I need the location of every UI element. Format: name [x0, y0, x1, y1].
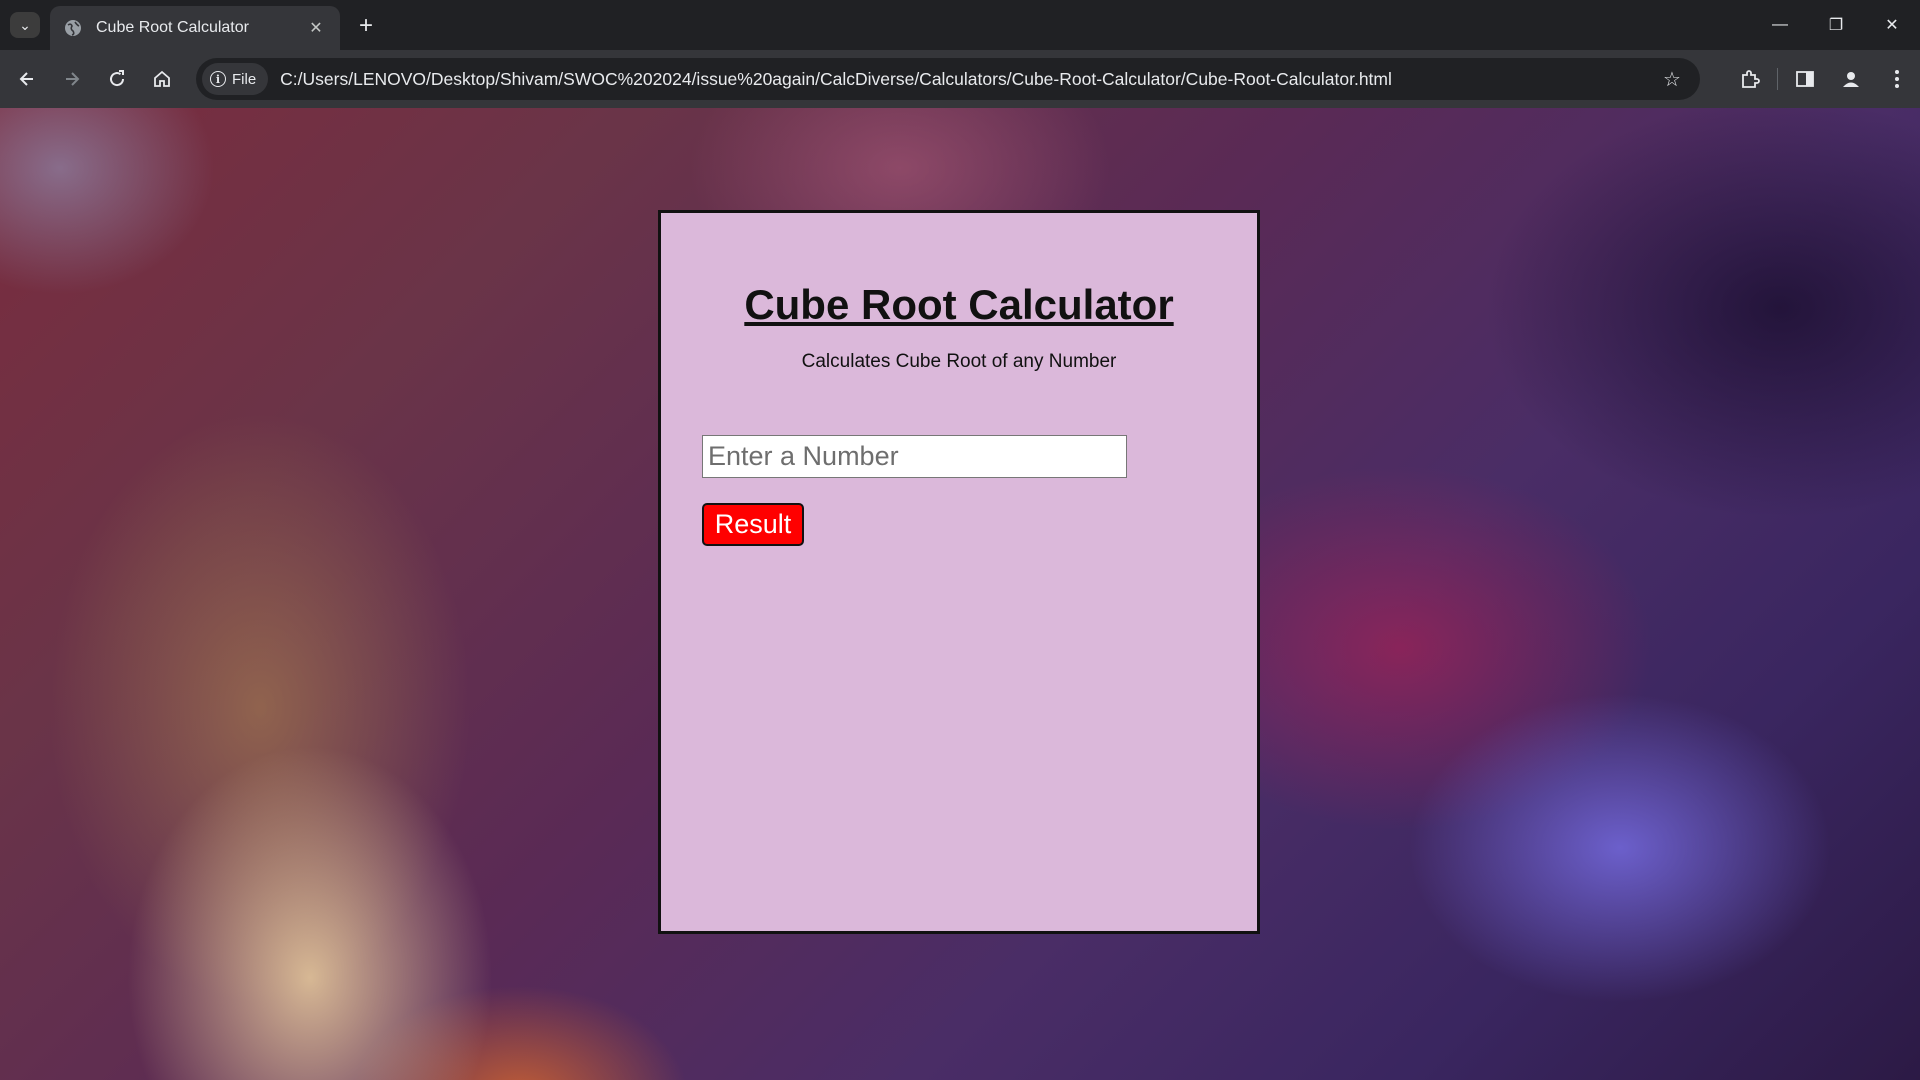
browser-tab[interactable]: Cube Root Calculator ✕: [50, 6, 340, 50]
result-button[interactable]: Result: [702, 503, 804, 546]
address-bar[interactable]: i File C:/Users/LENOVO/Desktop/Shivam/SW…: [196, 58, 1700, 100]
restore-icon[interactable]: ❐: [1808, 0, 1864, 50]
globe-icon: [65, 20, 81, 36]
menu-icon[interactable]: [1874, 58, 1920, 100]
extensions-icon[interactable]: [1727, 58, 1773, 100]
forward-arrow-icon[interactable]: [55, 62, 89, 96]
plus-icon[interactable]: +: [352, 12, 380, 40]
page-background: Cube Root Calculator Calculates Cube Roo…: [0, 108, 1920, 1080]
site-info-chip[interactable]: i File: [202, 63, 269, 95]
close-icon[interactable]: ✕: [304, 18, 328, 38]
window-controls: — ❐ ✕: [1752, 0, 1920, 50]
back-arrow-icon[interactable]: [10, 62, 44, 96]
toolbar-actions: [1727, 58, 1920, 100]
profile-icon[interactable]: [1828, 58, 1874, 100]
number-input[interactable]: [702, 435, 1127, 478]
site-chip-label: File: [232, 70, 257, 88]
reload-icon[interactable]: [100, 62, 134, 96]
minimize-icon[interactable]: —: [1752, 0, 1808, 50]
home-icon[interactable]: [145, 62, 179, 96]
chevron-down-icon: ⌄: [19, 16, 31, 33]
tab-title: Cube Root Calculator: [96, 19, 249, 36]
sidebar-icon[interactable]: [1782, 58, 1828, 100]
toolbar-divider: [1777, 68, 1778, 90]
close-window-icon[interactable]: ✕: [1864, 0, 1920, 50]
tab-strip: ⌄ Cube Root Calculator ✕ + — ❐ ✕: [0, 0, 1920, 50]
browser-toolbar: i File C:/Users/LENOVO/Desktop/Shivam/SW…: [0, 50, 1920, 108]
tab-search-button[interactable]: ⌄: [10, 12, 40, 38]
info-icon: i: [210, 71, 226, 87]
page-subtitle: Calculates Cube Root of any Number: [801, 351, 1117, 372]
page-title: Cube Root Calculator: [744, 281, 1174, 328]
calculator-card: Cube Root Calculator Calculates Cube Roo…: [658, 210, 1260, 934]
url-text[interactable]: C:/Users/LENOVO/Desktop/Shivam/SWOC%2020…: [280, 69, 1652, 90]
star-icon[interactable]: ☆: [1652, 67, 1692, 92]
